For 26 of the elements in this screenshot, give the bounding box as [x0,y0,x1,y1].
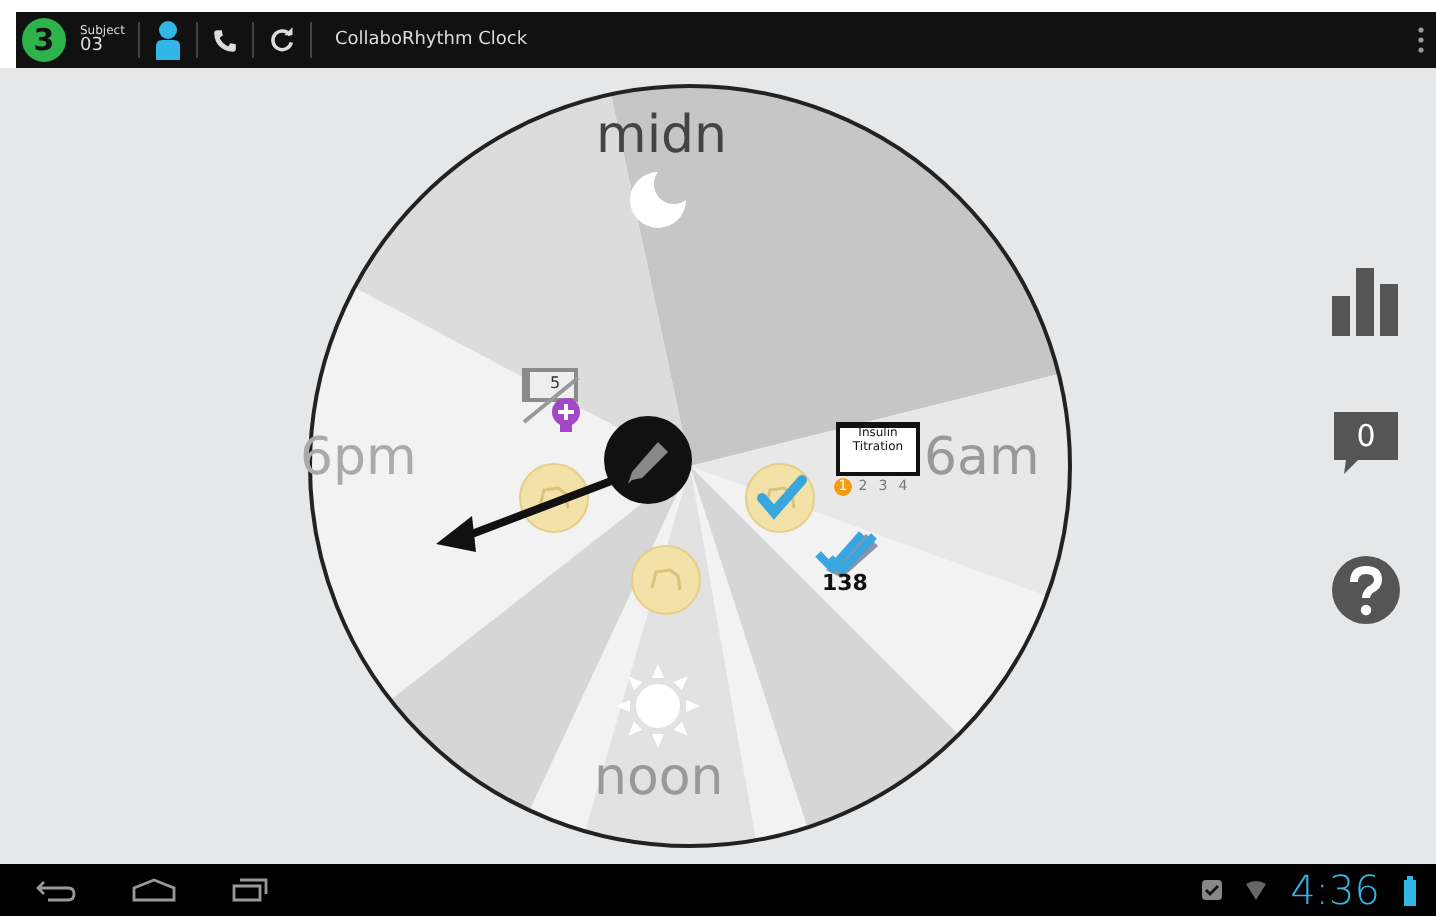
back-icon[interactable] [36,878,76,902]
help-icon[interactable] [1332,556,1400,624]
pill-checked-icon[interactable] [744,462,816,534]
time-label: midn [596,110,728,162]
bar-chart-icon[interactable] [1332,268,1400,336]
battery-icon [1404,875,1416,905]
clock-hand[interactable] [432,412,692,556]
subject-number: 03 [80,37,103,55]
subject-badge: 3 [22,18,66,62]
wifi-icon [1246,880,1267,900]
person-icon[interactable] [154,20,183,60]
check-notification-icon [1202,880,1223,900]
reading-value: 138 [822,570,868,596]
time-label: noon [594,752,724,804]
app-title: CollaboRhythm Clock [334,30,528,50]
overflow-menu-icon[interactable] [1418,26,1424,54]
clock-time: 4:36 [1290,866,1380,914]
refresh-icon[interactable] [268,26,297,54]
home-icon[interactable] [132,878,176,902]
sun-icon [614,662,702,750]
time-label: 6am [924,432,1040,484]
recent-apps-icon[interactable] [232,878,268,902]
message-count-button[interactable]: 0 [1334,412,1398,480]
phone-icon[interactable] [212,27,239,53]
pill-icon[interactable] [518,462,590,534]
note-count: 5 [550,374,561,392]
